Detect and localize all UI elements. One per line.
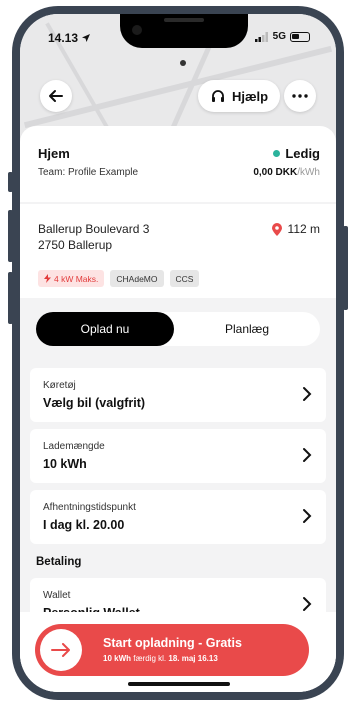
address-line-2: 2750 Ballerup bbox=[38, 238, 113, 252]
distance-value: 112 m bbox=[287, 222, 320, 236]
chevron-right-icon bbox=[303, 597, 312, 611]
chevron-right-icon bbox=[303, 448, 312, 462]
arrow-right-icon bbox=[51, 643, 70, 657]
vehicle-value: Vælg bil (valgfrit) bbox=[43, 396, 146, 410]
availability-label: Ledig bbox=[285, 146, 320, 161]
wallet-label: Wallet bbox=[43, 590, 71, 601]
chevron-right-icon bbox=[303, 387, 312, 401]
arrow-left-icon bbox=[49, 90, 63, 102]
charge-mode-tabs: Oplad nu Planlæg bbox=[36, 312, 320, 346]
team-name: Team: Profile Example bbox=[38, 167, 139, 178]
chevron-right-icon bbox=[303, 509, 312, 523]
start-charging-button[interactable]: Start opladning - Gratis 10 kWh færdig k… bbox=[35, 624, 309, 676]
location-title: Hjem bbox=[38, 146, 70, 161]
status-dot-icon bbox=[273, 150, 281, 157]
price: 0,00 DKK/kWh bbox=[253, 167, 320, 178]
phone-screen: 14.13 5G Hjælp Hjem Team: Profile Exampl… bbox=[20, 14, 336, 692]
more-button[interactable] bbox=[284, 80, 316, 112]
details-sheet: Hjem Team: Profile Example Ledig 0,00 DK… bbox=[20, 126, 336, 692]
power-tag: 4 kW Maks. bbox=[38, 270, 105, 287]
charger-summary-card: Hjem Team: Profile Example Ledig 0,00 DK… bbox=[20, 126, 336, 202]
connector-tags: 4 kW Maks. CHAdeMO CCS bbox=[38, 270, 200, 287]
notch-speaker bbox=[164, 18, 204, 22]
start-charging-subtitle: 10 kWh færdig kl. 18. maj 16.13 bbox=[103, 654, 218, 663]
charge-amount-value: 10 kWh bbox=[43, 457, 87, 471]
pickup-time-value: I dag kl. 20.00 bbox=[43, 518, 125, 532]
map-marker bbox=[180, 60, 186, 66]
price-unit: /kWh bbox=[297, 167, 320, 178]
back-button[interactable] bbox=[40, 80, 72, 112]
price-value: 0,00 DKK bbox=[253, 167, 298, 178]
address-line-1: Ballerup Boulevard 3 bbox=[38, 222, 150, 236]
status-time-text: 14.13 bbox=[48, 31, 79, 45]
address-card: Ballerup Boulevard 3 2750 Ballerup 112 m… bbox=[20, 204, 336, 298]
more-dots-icon bbox=[292, 94, 308, 98]
help-label: Hjælp bbox=[232, 88, 269, 104]
ready-at-label: færdig kl. bbox=[133, 654, 167, 663]
availability-status: Ledig bbox=[273, 146, 320, 161]
power-tag-label: 4 kW Maks. bbox=[54, 273, 99, 284]
signal-icon bbox=[254, 31, 268, 42]
start-charging-title: Start opladning - Gratis bbox=[103, 636, 242, 650]
vehicle-row[interactable]: Køretøj Vælg bil (valgfrit) bbox=[30, 368, 326, 422]
connector-tag-ccs: CCS bbox=[169, 270, 200, 287]
front-camera bbox=[132, 25, 142, 35]
home-indicator[interactable] bbox=[128, 682, 230, 686]
tab-schedule[interactable]: Planlæg bbox=[174, 312, 320, 346]
charge-amount-row[interactable]: Lademængde 10 kWh bbox=[30, 429, 326, 483]
payment-section-label: Betaling bbox=[36, 556, 82, 568]
distance: 112 m bbox=[271, 222, 320, 236]
charge-amount-summary: 10 kWh bbox=[103, 654, 132, 663]
vehicle-label: Køretøj bbox=[43, 380, 76, 391]
pickup-time-row[interactable]: Afhentningstidspunkt I dag kl. 20.00 bbox=[30, 490, 326, 544]
start-arrow-circle bbox=[40, 629, 82, 671]
help-button[interactable]: Hjælp bbox=[198, 80, 281, 112]
location-pin-icon bbox=[271, 222, 282, 236]
tab-charge-now[interactable]: Oplad nu bbox=[36, 312, 174, 346]
lightning-icon bbox=[44, 274, 51, 283]
network-label: 5G bbox=[272, 31, 286, 42]
pickup-time-label: Afhentningstidspunkt bbox=[43, 502, 136, 513]
location-arrow-icon bbox=[82, 34, 91, 42]
headset-icon bbox=[212, 90, 224, 102]
status-indicators: 5G bbox=[254, 31, 310, 42]
charge-amount-label: Lademængde bbox=[43, 441, 105, 452]
connector-tag-chademo: CHAdeMO bbox=[110, 270, 164, 287]
status-time: 14.13 bbox=[48, 31, 91, 45]
battery-icon bbox=[290, 31, 310, 42]
ready-at-time: 18. maj 16.13 bbox=[168, 654, 218, 663]
